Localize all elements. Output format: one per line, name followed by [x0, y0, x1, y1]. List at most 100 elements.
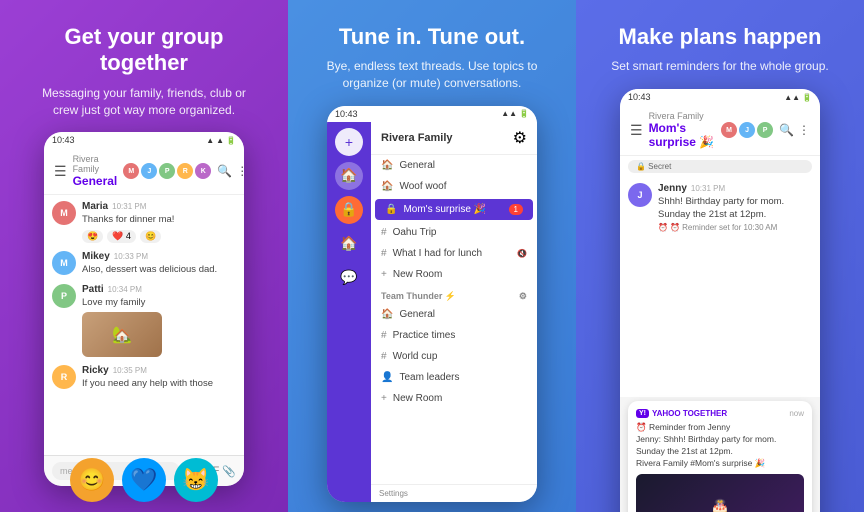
- msg-content-jenny: Jenny 10:31 PM Shhh! Birthday party for …: [658, 183, 812, 232]
- battery-icon-3: 🔋: [802, 93, 812, 102]
- panel-reminders: Make plans happen Set smart reminders fo…: [576, 0, 864, 512]
- channel-teamleaders[interactable]: 👤 Team leaders: [371, 367, 537, 388]
- msg-time-patti: 10:34 PM: [108, 285, 142, 294]
- avatar-mikey: M: [52, 251, 76, 275]
- more-icon[interactable]: ⋮: [236, 164, 244, 178]
- channel-woofwoof[interactable]: 🏠 Woof woof: [371, 176, 537, 197]
- emoji-char-3: 😸: [174, 458, 218, 502]
- msg-content-mikey: Mikey 10:33 PM Also, dessert was delicio…: [82, 251, 236, 276]
- channel-worldcup[interactable]: # World cup: [371, 346, 537, 367]
- emoji-reaction-2[interactable]: ❤️ 4: [107, 230, 136, 243]
- add-room-btn[interactable]: +: [335, 128, 363, 156]
- msg-author-patti: Patti: [82, 284, 104, 295]
- channel-practice[interactable]: # Practice times: [371, 325, 537, 346]
- channel-general-1[interactable]: 🏠 General: [371, 155, 537, 176]
- channel-new-room-1[interactable]: + New Room: [371, 264, 537, 285]
- msg-content-maria: Maria 10:31 PM Thanks for dinner ma! 😍 ❤…: [82, 201, 236, 242]
- emoji-reaction-1[interactable]: 😍: [82, 230, 103, 243]
- search-icon[interactable]: 🔍: [217, 164, 232, 178]
- group-name-3: Rivera Family: [649, 111, 715, 121]
- emoji-char-2: 💙: [122, 458, 166, 502]
- phone-mock-1: 10:43 ▲ ▲ 🔋 ☰ Rivera Family General M J …: [44, 132, 244, 486]
- battery-icon: 🔋: [226, 136, 236, 145]
- lock-icon-highlighted: 🔒: [385, 204, 397, 215]
- group-icon-4[interactable]: 💬: [335, 264, 363, 292]
- channel-oahu[interactable]: # Oahu Trip: [371, 222, 537, 243]
- channel-lunch[interactable]: # What I had for lunch 🔇: [371, 243, 537, 264]
- msg-author-line-ricky: Ricky 10:35 PM: [82, 365, 236, 376]
- phone-mock-2: 10:43 ▲▲ 🔋 + 🏠 🔒 🏠 💬 Rivera Family ⚙: [327, 106, 537, 502]
- hash-icon-2: #: [381, 248, 387, 259]
- chat-messages-1: M Maria 10:31 PM Thanks for dinner ma! 😍…: [44, 195, 244, 455]
- home-icon-2: 🏠: [381, 181, 393, 192]
- signal-icon-3: ▲▲: [784, 93, 800, 102]
- channel-label-oahu: Oahu Trip: [393, 227, 437, 238]
- status-time-2: 10:43: [335, 109, 358, 119]
- chat-header-3: ☰ Rivera Family Mom's surprise 🎉 M J P 🔍…: [620, 105, 820, 156]
- chat-avatars: M J P R K: [123, 163, 211, 179]
- channel-mom-surprise[interactable]: 🔒 Mom's surprise 🎉 1: [375, 199, 533, 220]
- channel-label-mom: Mom's surprise 🎉: [403, 204, 486, 215]
- channel-label-practice: Practice times: [393, 330, 456, 341]
- status-bar-1: 10:43 ▲ ▲ 🔋: [44, 132, 244, 148]
- message-patti: P Patti 10:34 PM Love my family 🏡: [52, 284, 236, 357]
- plus-icon-1: +: [381, 269, 387, 280]
- status-icons-1: ▲ ▲ 🔋: [206, 136, 236, 145]
- menu-icon-3[interactable]: ☰: [630, 122, 643, 139]
- avatar-4: R: [177, 163, 193, 179]
- group-icon-1[interactable]: 🏠: [335, 162, 363, 190]
- settings-icon-2[interactable]: ⚙: [519, 291, 527, 302]
- secret-badge: 🔒 Secret: [628, 160, 812, 173]
- avatar-ricky: R: [52, 365, 76, 389]
- msg-text-jenny: Shhh! Birthday party for mom. Sunday the…: [658, 196, 812, 221]
- msg-author-line-maria: Maria 10:31 PM: [82, 201, 236, 212]
- channel-label-lunch: What I had for lunch: [393, 248, 483, 259]
- panel1-subtext: Messaging your family, friends, club or …: [34, 85, 254, 119]
- plus-icon-2: +: [381, 393, 387, 404]
- birthday-cake-image: 🎂: [636, 474, 804, 512]
- chat-avatars-3: M J P: [721, 122, 773, 138]
- signal-icon-2: ▲▲: [501, 109, 517, 118]
- notif-time: now: [789, 409, 804, 418]
- emoji-reaction-3[interactable]: 😊: [140, 230, 161, 243]
- notif-text: ⏰ Reminder from Jenny Jenny: Shhh! Birth…: [636, 422, 804, 470]
- mute-icon: 🔇: [517, 249, 527, 258]
- search-icon-3[interactable]: 🔍: [779, 123, 794, 137]
- avatar-1: M: [123, 163, 139, 179]
- msg-content-patti: Patti 10:34 PM Love my family 🏡: [82, 284, 236, 357]
- sidebar-group1-header: Rivera Family ⚙: [371, 122, 537, 155]
- clock-icon: ⏰: [658, 223, 668, 232]
- msg-author-line-jenny: Jenny 10:31 PM: [658, 183, 812, 194]
- channel-label-new-1: New Room: [393, 269, 442, 280]
- panel-topics: Tune in. Tune out. Bye, endless text thr…: [288, 0, 576, 512]
- settings-footer: Settings: [371, 484, 537, 502]
- status-time-3: 10:43: [628, 92, 651, 102]
- yahoo-icon: Y!: [636, 409, 649, 418]
- group-icon-3[interactable]: 🏠: [335, 230, 363, 258]
- panel-organize: Get your group together Messaging your f…: [0, 0, 288, 512]
- sidebar-group2-header: Team Thunder ⚡ ⚙: [371, 285, 537, 304]
- channel-name-1: General: [73, 174, 118, 188]
- more-icon-3[interactable]: ⋮: [798, 123, 810, 137]
- settings-icon-1[interactable]: ⚙: [513, 128, 527, 148]
- msg-emoji-maria: 😍 ❤️ 4 😊: [82, 230, 236, 243]
- phone-mock-3: 10:43 ▲▲ 🔋 ☰ Rivera Family Mom's surpris…: [620, 89, 820, 512]
- home-icon-3: 🏠: [381, 309, 393, 320]
- msg-author-mikey: Mikey: [82, 251, 110, 262]
- emoji-characters: 😊 💙 😸: [0, 458, 288, 502]
- group-icon-2[interactable]: 🔒: [335, 196, 363, 224]
- avatar-3-1: M: [721, 122, 737, 138]
- secret-area: 🔒 Secret: [620, 156, 820, 177]
- channel-label-worldcup: World cup: [393, 351, 438, 362]
- channel-new-room-2[interactable]: + New Room: [371, 388, 537, 409]
- message-ricky: R Ricky 10:35 PM If you need any help wi…: [52, 365, 236, 390]
- app-label: YAHOO TOGETHER: [652, 409, 727, 418]
- channel-label-general-1: General: [399, 160, 435, 171]
- sidebar-channel-area: Rivera Family ⚙ 🏠 General 🏠 Woof woof 🔒: [371, 122, 537, 502]
- reminder-time-badge: ⏰ ⏰ Reminder set for 10:30 AM: [658, 223, 812, 232]
- msg-author-line-patti: Patti 10:34 PM: [82, 284, 236, 295]
- hash-icon-1: #: [381, 227, 387, 238]
- emoji-char-1: 😊: [70, 458, 114, 502]
- menu-icon[interactable]: ☰: [54, 163, 67, 180]
- channel-general-2[interactable]: 🏠 General: [371, 304, 537, 325]
